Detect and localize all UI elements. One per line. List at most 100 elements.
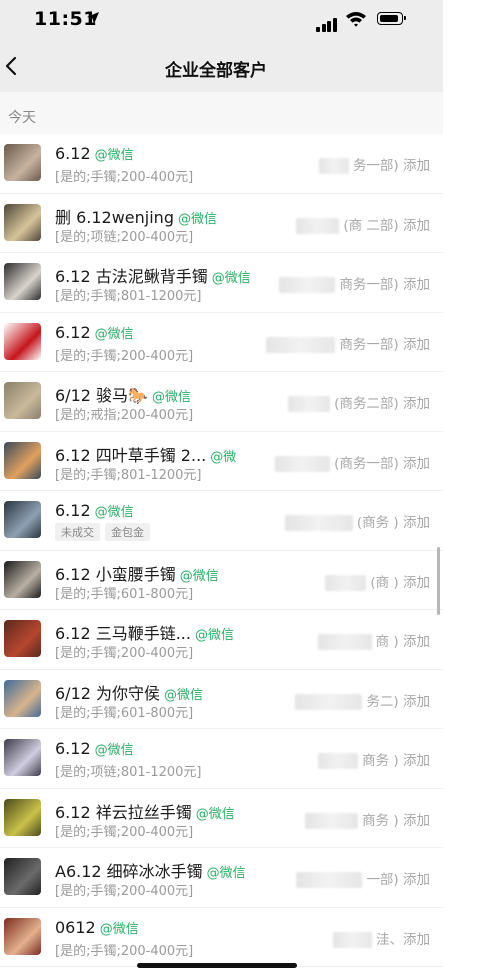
department-add-label[interactable]: (商务一部) 添加 [275,452,430,472]
wechat-tag: @微信 [194,628,234,643]
redacted-blur [295,693,363,710]
avatar [4,382,41,419]
customer-name-line: 6.12 @微信 [55,323,134,342]
avatar [4,917,41,955]
customer-tags: [是的;手镯;200-400元] [55,824,194,840]
department-add-label[interactable]: 商务一部) 添加 [279,273,430,293]
home-indicator[interactable] [137,963,297,968]
wechat-tag: @微信 [206,866,246,881]
customer-row[interactable]: 6.12 四叶草手镯 2... @微 [是的;手镯;801-1200元] (商务一部)… [0,432,443,491]
department-add-text: 一部) 添加 [366,872,430,888]
customer-name-line: 删 6.12wenjing @微信 [55,204,217,228]
wechat-tag: @微信 [94,148,134,163]
customer-row[interactable]: 删 6.12wenjing @微信 [是的;项链;200-400元] (商 二部) 添… [0,194,443,253]
customer-row[interactable]: 6.12 @微信 [是的;手镯;200-400元] 务一部) 添加 [0,134,443,194]
customer-row[interactable]: 6.12 祥云拉丝手镯 @微信 [是的;手镯;200-400元] 商务 ) 添加 [0,789,443,848]
department-add-text: (商 二部) 添加 [343,217,430,234]
customer-row[interactable]: 6.12 @微信 [是的;项链;801-1200元] 商务 ) 添加 [0,729,443,789]
customer-name-line: 6.12 四叶草手镯 2... @微 [55,442,236,466]
status-chip: 金包金 [105,523,150,541]
redacted-blur [284,515,353,531]
avatar [4,858,41,895]
customer-tags: [是的;戒指;200-400元] [55,408,194,423]
scrollbar[interactable] [437,547,440,615]
wechat-tag: @微信 [177,211,217,227]
department-add-text: (商务一部) 添加 [334,455,430,472]
customer-row[interactable]: 6.12 古法泥鳅背手镯 @微信 [是的;手镯;801-1200元] 商务一部) 添加 [0,253,443,313]
department-add-text: (商务二部) 添加 [334,396,430,412]
department-add-text: 商务 ) 添加 [362,812,430,829]
customer-row[interactable]: 6/12 骏马🐎 @微信 [是的;戒指;200-400元] (商务二部) 添加 [0,372,443,432]
wechat-tag: @微信 [94,326,134,342]
customer-tags: [是的;手镯;801-1200元] [55,289,202,304]
customer-row[interactable]: 6/12 为你守侯 @微信 [是的;手镯;601-800元] 务二) 添加 [0,670,443,729]
redacted-blur [318,158,349,174]
department-add-label[interactable]: (商 二部) 添加 [296,214,430,234]
wechat-tag: @微信 [99,921,139,937]
customer-name-line: 6.12 小蛮腰手镯 @微信 [55,561,219,585]
department-add-label[interactable]: (商 ) 添加 [325,571,430,591]
redacted-blur [288,396,331,412]
customer-tags: [是的;手镯;801-1200元] [55,467,202,483]
avatar [4,560,41,598]
status-bar: 11:51 [0,0,443,42]
department-add-text: 商务一部) 添加 [339,277,430,293]
department-add-text: 务一部) 添加 [352,158,430,174]
customer-row[interactable]: 0612 @微信 [是的;手镯;200-400元] 洼、添加 [0,908,443,967]
customer-name: 6.12 [55,144,91,163]
department-add-label[interactable]: 务一部) 添加 [318,154,430,174]
department-add-label[interactable]: (商务 ) 添加 [284,511,430,531]
customer-row[interactable]: 6.12 @微信 [是的;手镯;200-400元] 商务一部) 添加 [0,313,443,372]
avatar [4,263,41,300]
department-add-text: 洼、添加 [376,931,430,948]
redacted-blur [296,217,340,234]
customer-name-line: 6.12 @微信 [55,144,134,163]
redacted-blur [333,931,372,948]
status-chip: 未成交 [55,523,100,541]
customer-row[interactable]: 6.12 三马鞭手链... @微信 [是的;手镯;200-400元] 商 ) 添加 [0,610,443,670]
customer-name-line: 6.12 三马鞭手链... @微信 [55,620,234,644]
department-add-label[interactable]: 洼、添加 [333,928,430,948]
customer-row[interactable]: 6.12 @微信 未成交 金包金 (商务 ) 添加 [0,491,443,551]
wechat-tag: @微信 [164,687,204,703]
customer-tags: [是的;手镯;200-400元] [55,943,194,959]
department-add-label[interactable]: 商务 ) 添加 [318,749,430,769]
customer-name: 6.12 四叶草手镯 2... [55,445,207,465]
customer-tags: [是的;项链;200-400元] [55,229,194,245]
department-add-label[interactable]: 商务 ) 添加 [305,809,430,829]
customer-name: 6/12 为你守侯 [55,683,161,703]
department-add-label[interactable]: 一部) 添加 [296,868,430,888]
avatar [4,679,41,717]
customer-row[interactable]: 6.12 小蛮腰手镯 @微信 [是的;手镯;601-800元] (商 ) 添加 [0,551,443,610]
cellular-signal-icon [316,13,338,32]
customer-name-line: 6.12 古法泥鳅背手镯 @微信 [55,263,251,287]
customer-row[interactable]: A6.12 细碎冰冰手镯 @微信 [是的;手镯;200-400元] 一部) 添加 [0,848,443,908]
department-add-label[interactable]: 商务一部) 添加 [266,333,430,353]
section-header-today: 今天 [0,92,443,134]
wechat-tag: @微信 [151,390,191,405]
avatar [4,144,41,181]
wechat-tag: @微信 [94,743,134,758]
customer-name: 6.12 [55,501,91,520]
avatar [4,322,41,360]
wechat-tag: @微 [210,449,237,465]
customer-name: 6.12 古法泥鳅背手镯 [55,267,208,286]
avatar [4,739,41,776]
avatar [4,203,41,241]
department-add-text: 商务 ) 添加 [362,753,430,769]
customer-name: 删 6.12wenjing [55,207,174,227]
customer-name: A6.12 细碎冰冰手镯 [55,862,203,881]
status-chips: 未成交 金包金 [55,523,155,541]
customer-name: 6.12 祥云拉丝手镯 [55,802,192,822]
customer-name-line: 0612 @微信 [55,918,139,937]
department-add-label[interactable]: 务二) 添加 [295,690,430,710]
customer-tags: [是的;手镯;200-400元] [55,884,194,899]
customer-list: 今天 6.12 @微信 [是的;手镯;200-400元] 务一部) 添加删 6.12w… [0,92,443,973]
department-add-label[interactable]: 商 ) 添加 [317,630,430,650]
redacted-blur [279,277,336,293]
redacted-blur [317,634,372,650]
redacted-blur [275,455,331,472]
wifi-icon [346,12,366,27]
customer-tags: [是的;手镯;200-400元] [55,170,194,185]
department-add-label[interactable]: (商务二部) 添加 [288,392,430,412]
